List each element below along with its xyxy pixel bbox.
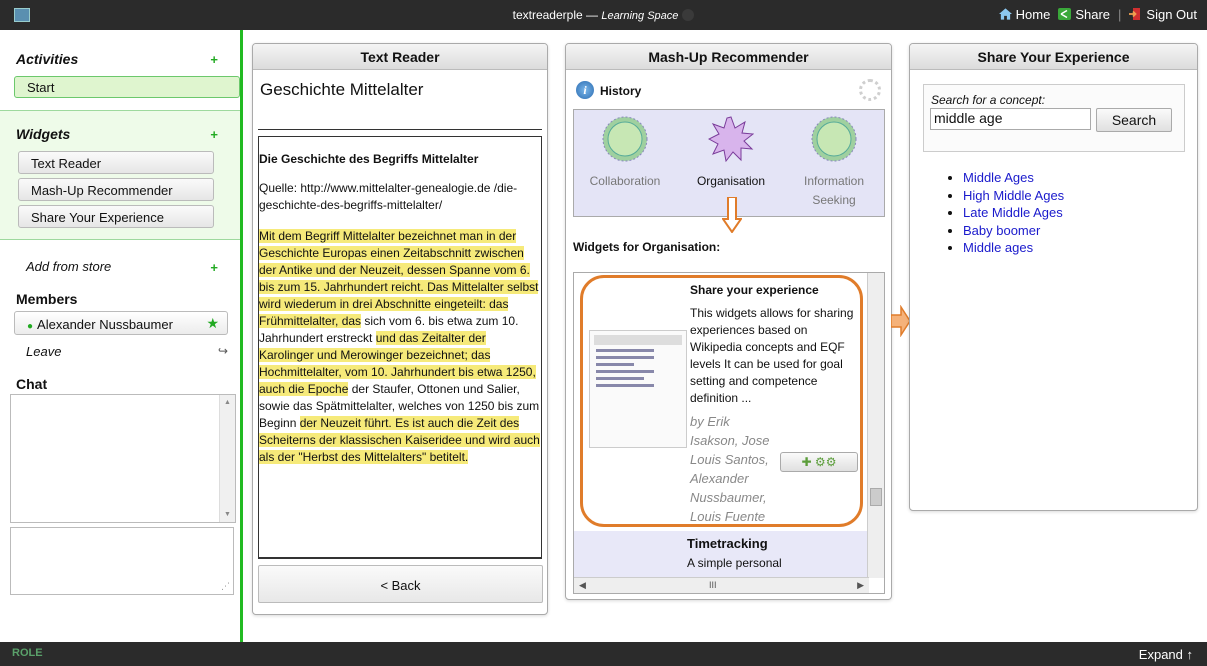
add-from-store-link[interactable]: Add from store [26, 259, 111, 274]
search-button[interactable]: Search [1096, 108, 1172, 132]
info-icon[interactable]: i [576, 81, 594, 99]
role-logo: ROLE [12, 647, 43, 659]
top-bar: textreaderple — Learning Space Home Shar… [0, 0, 1207, 30]
scroll-left-icon[interactable]: ◀ [579, 580, 586, 591]
add-from-store-button[interactable]: + [210, 260, 218, 275]
sign-out-link[interactable]: Sign Out [1129, 7, 1197, 22]
list-item: Late Middle Ages [963, 204, 1064, 222]
node-information-seeking[interactable]: Information Seeking [788, 116, 880, 210]
leave-link[interactable]: Leave [26, 344, 61, 359]
node-collaboration[interactable]: Collaboration [580, 116, 670, 191]
gear-icon[interactable] [859, 79, 881, 101]
result-link[interactable]: Late Middle Ages [963, 205, 1063, 220]
list-horizontal-scrollbar[interactable]: ◀ III ▶ [574, 577, 869, 593]
sun-icon [811, 116, 857, 162]
chat-log[interactable]: ▲ ▼ [10, 394, 236, 523]
text-reader-panel: Text Reader Geschichte Mittelalter Die G… [252, 43, 548, 615]
card-title: Share your experience [690, 283, 819, 297]
arrow-right-icon [891, 305, 911, 337]
scroll-thumb[interactable] [870, 488, 882, 506]
chat-input[interactable]: ⋰ [10, 527, 234, 595]
widgets-heading: Widgets [16, 126, 71, 142]
leave-icon[interactable]: ↪ [218, 344, 228, 358]
article-text[interactable]: Mit dem Begriff Mittelalter bezeichnet m… [259, 228, 541, 466]
recommendation-list[interactable]: Share your experience This widgets allow… [573, 272, 885, 594]
member-item[interactable]: ● Alexander Nussbaumer ★ [14, 311, 228, 335]
history-label[interactable]: History [600, 84, 641, 98]
chat-heading: Chat [16, 376, 48, 392]
search-label: Search for a concept: [931, 93, 1046, 107]
card-description: This widgets allows for sharing experien… [690, 306, 854, 405]
list-item: Middle ages [963, 239, 1064, 257]
add-activity-button[interactable]: + [210, 52, 218, 67]
article-source: Quelle: http://www.mittelalter-genealogi… [259, 181, 518, 212]
share-experience-panel: Share Your Experience Search for a conce… [909, 43, 1198, 511]
resize-grip-icon[interactable]: ⋰ [221, 581, 230, 592]
space-status-icon [682, 9, 695, 21]
recommendation-card[interactable]: Share your experience This widgets allow… [580, 275, 863, 527]
sidebar: Activities + Start Widgets + Text Reader… [0, 30, 243, 642]
widget-mashup-recommender[interactable]: Mash-Up Recommender [18, 178, 214, 201]
bottom-bar: ROLE Expand ↑ [0, 642, 1207, 666]
list-vertical-scrollbar[interactable] [867, 273, 884, 578]
widgets-section: Widgets + Text Reader Mash-Up Recommende… [0, 110, 240, 240]
scroll-right-icon[interactable]: ▶ [857, 580, 864, 591]
card-description: A simple personal [687, 556, 782, 570]
share-header: Share Your Experience [910, 44, 1197, 70]
result-link[interactable]: Baby boomer [963, 223, 1040, 238]
chat-scrollbar[interactable]: ▲ ▼ [219, 395, 235, 522]
share-link[interactable]: Share [1058, 7, 1110, 22]
list-item: Middle Ages [963, 169, 1064, 187]
document-title: Geschichte Mittelalter [260, 80, 424, 99]
sun-icon [602, 116, 648, 162]
arrow-down-icon [722, 197, 742, 233]
add-icon: ✚ ⚙⚙ [801, 455, 837, 469]
text-reader-header: Text Reader [253, 44, 547, 70]
app-name: textreaderple [512, 8, 583, 22]
member-name: Alexander Nussbaumer [37, 317, 173, 332]
add-widget-button[interactable]: ✚ ⚙⚙ [780, 452, 858, 472]
widget-text-reader[interactable]: Text Reader [18, 151, 214, 174]
mashup-header: Mash-Up Recommender [566, 44, 891, 70]
widgets-for-label: Widgets for Organisation: [573, 240, 721, 254]
search-input[interactable]: middle age [930, 108, 1091, 130]
concept-results: Middle Ages High Middle Ages Late Middle… [963, 169, 1064, 257]
scroll-down-icon[interactable]: ▼ [224, 511, 231, 518]
widget-thumbnail [589, 330, 687, 448]
mashup-recommender-panel: Mash-Up Recommender i History Collaborat… [565, 43, 892, 600]
card-title: Timetracking [687, 536, 768, 551]
divider [258, 558, 542, 559]
divider [258, 129, 542, 130]
result-link[interactable]: High Middle Ages [963, 188, 1064, 203]
result-link[interactable]: Middle Ages [963, 170, 1034, 185]
list-item: High Middle Ages [963, 187, 1064, 205]
concept-search: Search for a concept: middle age Search [923, 84, 1185, 152]
card-authors: by Erik Isakson, Jose Louis Santos, Alex… [690, 414, 770, 524]
activities-heading: Activities [16, 51, 79, 67]
members-heading: Members [16, 291, 78, 307]
star-burst-icon [707, 116, 755, 163]
owner-star-icon: ★ [206, 315, 219, 331]
space-name: Learning Space [601, 10, 679, 22]
topbar-divider: | [1118, 7, 1122, 22]
scroll-grip[interactable]: III [709, 580, 717, 590]
sign-out-icon [1129, 8, 1141, 20]
scroll-up-icon[interactable]: ▲ [224, 399, 231, 406]
article-heading: Die Geschichte des Begriffs Mittelalter [259, 152, 479, 166]
share-icon [1058, 8, 1072, 20]
widget-share-experience[interactable]: Share Your Experience [18, 205, 214, 228]
recommendation-card[interactable]: Timetracking A simple personal [574, 531, 869, 579]
home-icon [998, 8, 1012, 20]
home-link[interactable]: Home [998, 7, 1050, 22]
result-link[interactable]: Middle ages [963, 240, 1033, 255]
back-button[interactable]: < Back [258, 565, 543, 603]
activity-start[interactable]: Start [14, 76, 240, 98]
add-widget-button[interactable]: + [210, 127, 218, 142]
expand-button[interactable]: Expand ↑ [1139, 647, 1193, 662]
node-organisation[interactable]: Organisation [686, 116, 776, 191]
online-status-icon: ● [27, 321, 34, 332]
list-item: Baby boomer [963, 222, 1064, 240]
